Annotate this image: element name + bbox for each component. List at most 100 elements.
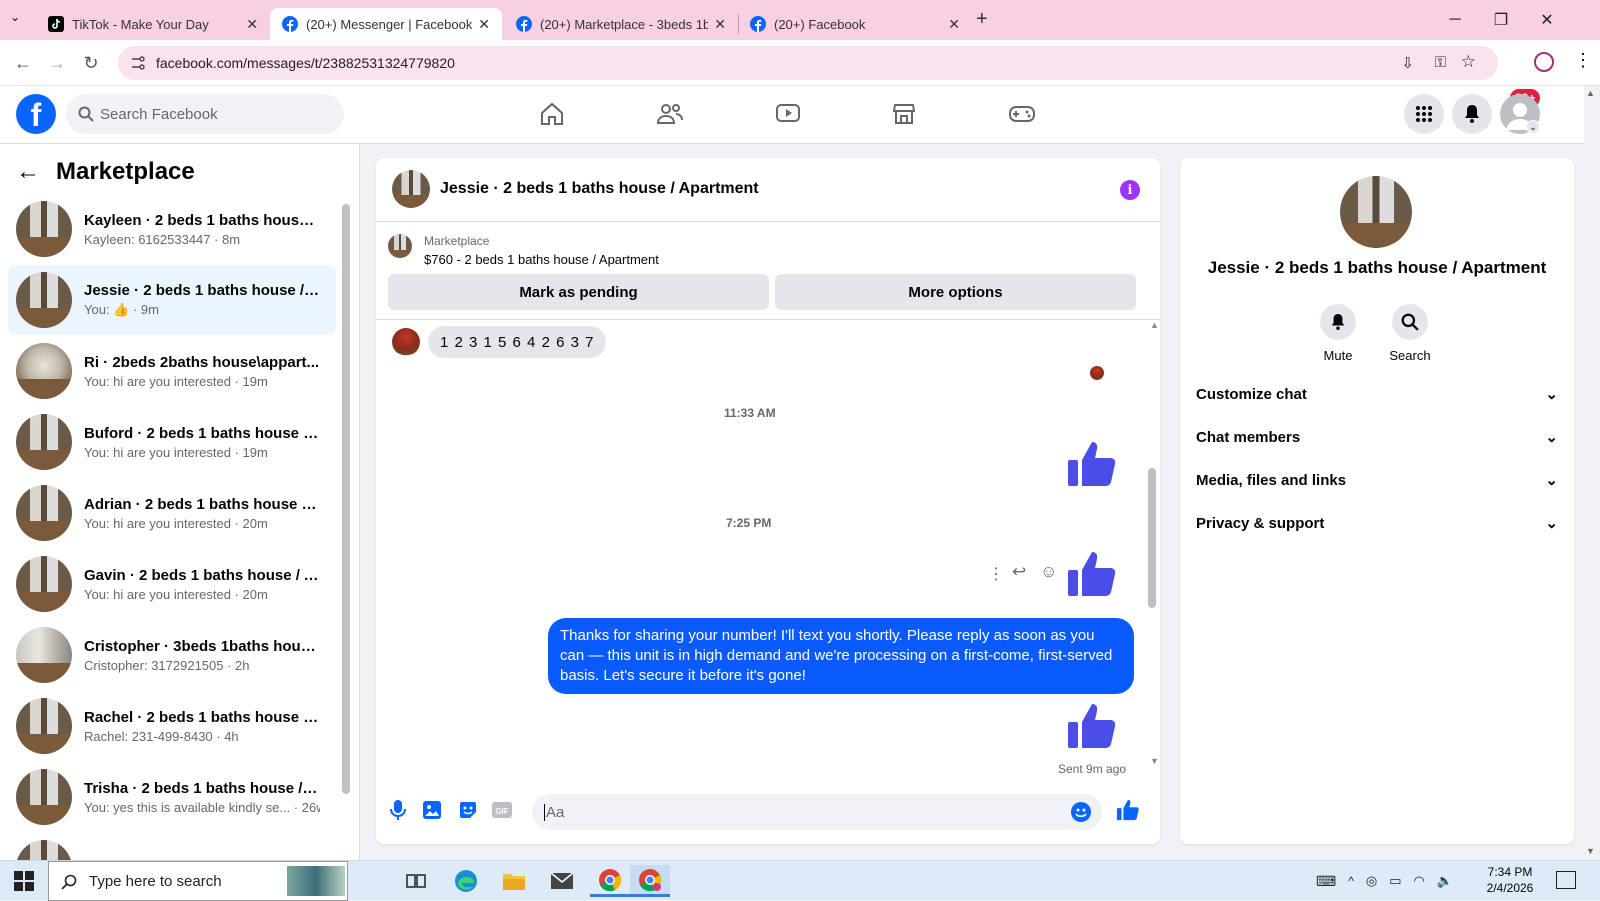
sticker-icon[interactable] bbox=[456, 798, 480, 822]
media-files-links-row[interactable]: Media, files and links ⌄ bbox=[1196, 458, 1558, 502]
chat-title[interactable]: Jessie · 2 beds 1 baths house / Apartmen… bbox=[440, 180, 759, 198]
thumbs-up-icon[interactable] bbox=[1066, 548, 1118, 600]
chat-members-row[interactable]: Chat members ⌄ bbox=[1196, 415, 1558, 459]
reload-icon[interactable]: ↻ bbox=[76, 48, 106, 78]
conversation-item[interactable]: Ri · 2beds 2baths house\appart... You: hi… bbox=[8, 336, 336, 406]
address-bar-row: ← → ↻ facebook.com/messages/t/2388253132… bbox=[0, 40, 1600, 86]
gaming-controller-icon[interactable] bbox=[1000, 96, 1044, 132]
sidebar-scrollbar[interactable] bbox=[342, 204, 350, 794]
tab-close-icon[interactable]: ✕ bbox=[478, 16, 490, 33]
mail-icon[interactable] bbox=[542, 865, 582, 897]
task-view-icon[interactable] bbox=[396, 865, 436, 897]
keyboard-icon[interactable]: ⌨ bbox=[1316, 873, 1336, 890]
profile-icon[interactable] bbox=[1534, 52, 1554, 72]
password-key-icon[interactable]: ⚿ bbox=[1435, 54, 1446, 71]
reply-arrow-icon[interactable]: ↩ bbox=[1012, 562, 1026, 582]
tab-list-chevron-icon[interactable]: ⌄ bbox=[10, 10, 20, 24]
conversation-item[interactable]: Rachel · 2 beds 1 baths house / ... Rache… bbox=[8, 691, 336, 761]
tab-facebook[interactable]: (20+) Facebook ✕ bbox=[738, 8, 972, 40]
tray-chevron-up-icon[interactable]: ^ bbox=[1348, 874, 1354, 888]
minimize-icon[interactable]: ─ bbox=[1432, 0, 1478, 40]
edge-browser-icon[interactable] bbox=[446, 865, 486, 897]
install-app-icon[interactable]: ⇩ bbox=[1401, 54, 1414, 72]
conversation-item-selected[interactable]: Jessie · 2 beds 1 baths house / A... You:… bbox=[8, 265, 336, 335]
page-scroll-up-icon[interactable]: ▲ bbox=[1586, 88, 1595, 98]
tab-marketplace[interactable]: (20+) Marketplace - 3beds 1bat ✕ bbox=[504, 8, 738, 40]
scroll-up-icon[interactable]: ▲ bbox=[1150, 320, 1159, 330]
url-field[interactable]: facebook.com/messages/t/2388253132477982… bbox=[118, 46, 1498, 80]
page-scroll-down-icon[interactable]: ▼ bbox=[1586, 846, 1595, 856]
volume-icon[interactable]: 🔈 bbox=[1437, 873, 1453, 889]
conversation-item[interactable]: Gavin · 2 beds 1 baths house / A... You: … bbox=[8, 549, 336, 619]
gif-icon[interactable]: GIF bbox=[490, 798, 514, 822]
facebook-logo-icon[interactable]: f bbox=[16, 94, 56, 134]
tab-close-icon[interactable]: ✕ bbox=[948, 16, 960, 33]
thumbs-up-icon[interactable] bbox=[1066, 438, 1118, 490]
close-window-icon[interactable]: ✕ bbox=[1524, 0, 1570, 40]
chrome-profile-icon[interactable] bbox=[630, 865, 670, 897]
photo-icon[interactable] bbox=[420, 798, 444, 822]
watch-video-icon[interactable] bbox=[766, 96, 810, 132]
listing-price-title[interactable]: $760 - 2 beds 1 baths house / Apartment bbox=[424, 252, 659, 267]
emoji-picker-icon[interactable] bbox=[1070, 801, 1092, 823]
send-thumbs-up-icon[interactable] bbox=[1116, 798, 1140, 822]
more-options-button[interactable]: More options bbox=[775, 274, 1136, 310]
restore-icon[interactable]: ❐ bbox=[1478, 0, 1524, 40]
info-icon[interactable]: i bbox=[1120, 180, 1140, 200]
back-arrow-icon[interactable]: ← bbox=[8, 48, 38, 78]
thread-scrollbar[interactable] bbox=[1148, 468, 1156, 608]
thumbs-up-icon[interactable] bbox=[1066, 700, 1118, 752]
browser-menu-icon[interactable]: ⋮ bbox=[1574, 50, 1592, 71]
search-in-conversation-button[interactable]: Search bbox=[1380, 304, 1440, 363]
clock[interactable]: 7:34 PM 2/4/2026 bbox=[1480, 864, 1540, 896]
outgoing-message-bubble[interactable]: Thanks for sharing your number! I'll tex… bbox=[548, 618, 1134, 694]
message-input[interactable]: Aa bbox=[532, 794, 1102, 830]
notification-center-icon[interactable] bbox=[1556, 871, 1576, 889]
friends-icon[interactable] bbox=[648, 96, 692, 132]
tab-close-icon[interactable]: ✕ bbox=[714, 16, 726, 33]
listing-thumbnail[interactable] bbox=[388, 234, 412, 258]
wifi-icon[interactable]: ◠ bbox=[1414, 873, 1425, 889]
listing-thumbnail bbox=[16, 556, 72, 612]
conversation-item[interactable]: Adrian · 2 beds 1 baths house / ... You: … bbox=[8, 478, 336, 548]
menu-grid-icon[interactable] bbox=[1404, 94, 1444, 134]
marketplace-store-icon[interactable] bbox=[882, 96, 926, 132]
customize-chat-row[interactable]: Customize chat ⌄ bbox=[1196, 372, 1558, 416]
conversation-preview: You: hi are you interested · 19m bbox=[84, 444, 268, 460]
chrome-icon[interactable] bbox=[590, 865, 630, 897]
incoming-message-bubble[interactable]: 1 2 3 1 5 6 4 2 6 3 7 bbox=[428, 326, 607, 358]
conversation-item[interactable]: Cristopher · 3beds 1baths house... Cristo… bbox=[8, 620, 336, 690]
tab-close-icon[interactable]: ✕ bbox=[246, 16, 258, 33]
mark-as-pending-button[interactable]: Mark as pending bbox=[388, 274, 769, 310]
facebook-search-input[interactable]: Search Facebook bbox=[66, 94, 344, 134]
battery-icon[interactable]: ▭ bbox=[1389, 873, 1401, 889]
site-settings-icon[interactable] bbox=[130, 55, 146, 71]
conversation-avatar[interactable] bbox=[1340, 176, 1412, 248]
more-actions-icon[interactable]: ⋮ bbox=[988, 564, 1004, 584]
microphone-icon[interactable] bbox=[386, 798, 410, 822]
scroll-down-icon[interactable]: ▼ bbox=[1150, 756, 1159, 766]
forward-arrow-icon[interactable]: → bbox=[42, 48, 72, 78]
taskbar-search-input[interactable]: Type here to search bbox=[48, 861, 348, 901]
react-emoji-icon[interactable]: ☺ bbox=[1040, 562, 1057, 582]
tab-messenger[interactable]: (20+) Messenger | Facebook ✕ bbox=[270, 8, 502, 40]
conversation-item[interactable]: Buford · 2 beds 1 baths house / ... You: … bbox=[8, 407, 336, 477]
bookmark-star-icon[interactable]: ☆ bbox=[1461, 52, 1476, 72]
sender-avatar[interactable] bbox=[392, 328, 420, 356]
chat-avatar[interactable] bbox=[392, 170, 430, 208]
conversation-item[interactable]: Trisha · 2 beds 1 baths house / A... You:… bbox=[8, 762, 336, 832]
back-arrow-icon[interactable]: ← bbox=[16, 158, 40, 186]
new-tab-plus-icon[interactable]: + bbox=[976, 8, 988, 31]
conversation-item[interactable]: Kayleen · 2 beds 1 baths house /... Kayle… bbox=[8, 194, 336, 264]
home-icon[interactable] bbox=[530, 96, 574, 132]
conversation-preview: You: 👍 · 9m bbox=[84, 302, 159, 317]
chevron-down-icon[interactable]: ⌄ bbox=[1526, 120, 1540, 134]
notifications-bell-icon[interactable] bbox=[1452, 94, 1492, 134]
tab-tiktok[interactable]: TikTok - Make Your Day ✕ bbox=[36, 8, 270, 40]
conversation-item-partial[interactable] bbox=[8, 833, 336, 860]
webcam-icon[interactable]: ◎ bbox=[1366, 873, 1377, 889]
file-explorer-icon[interactable] bbox=[494, 865, 534, 897]
mute-button[interactable]: Mute bbox=[1308, 304, 1368, 363]
windows-start-icon[interactable] bbox=[14, 871, 34, 896]
privacy-support-row[interactable]: Privacy & support ⌄ bbox=[1196, 501, 1558, 545]
